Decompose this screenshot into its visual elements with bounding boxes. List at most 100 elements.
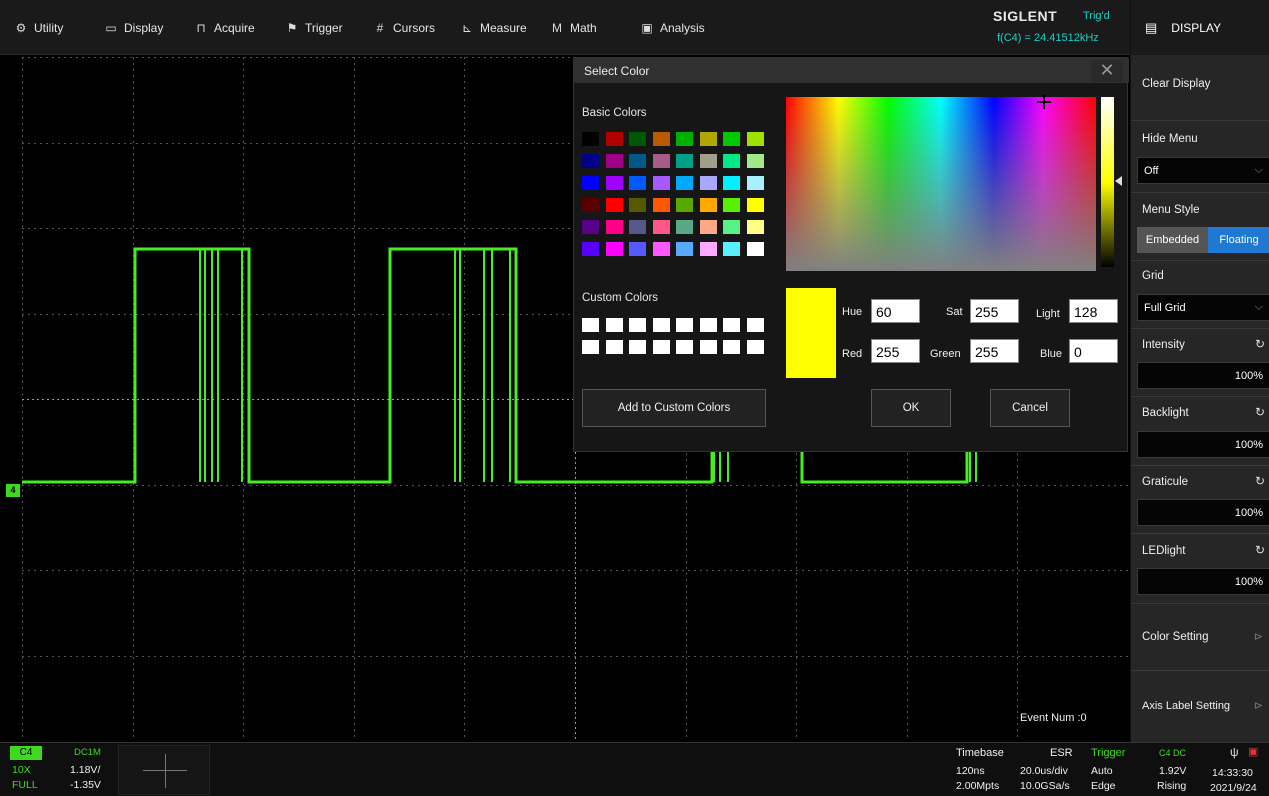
intensity-value[interactable]: 100% — [1137, 362, 1269, 389]
basic-color-swatch[interactable] — [699, 242, 717, 256]
custom-color-swatch[interactable] — [676, 340, 693, 354]
channel-4-marker[interactable]: 4 — [6, 484, 20, 497]
menu-math[interactable]: M Math — [550, 0, 597, 55]
light-field[interactable]: 128 — [1069, 299, 1118, 323]
custom-color-swatch[interactable] — [605, 318, 623, 332]
basic-color-swatch[interactable] — [746, 132, 764, 146]
basic-color-swatch[interactable] — [652, 198, 670, 212]
custom-color-swatch[interactable] — [723, 340, 740, 354]
ledlight-value[interactable]: 100% — [1137, 568, 1269, 595]
basic-color-swatch[interactable] — [652, 176, 670, 190]
custom-color-swatch[interactable] — [629, 318, 646, 332]
basic-color-swatch[interactable] — [723, 154, 740, 168]
basic-color-swatch[interactable] — [652, 132, 670, 146]
basic-color-swatch[interactable] — [723, 132, 740, 146]
custom-color-swatch[interactable] — [582, 318, 599, 332]
basic-color-swatch[interactable] — [652, 220, 670, 234]
basic-color-swatch[interactable] — [582, 132, 599, 146]
timebase-info[interactable]: Timebase ESR 120ns 20.0us/div 2.00Mpts 1… — [950, 743, 1087, 796]
backlight-value[interactable]: 100% — [1137, 431, 1269, 458]
green-field[interactable]: 255 — [970, 339, 1019, 363]
menu-style-embedded[interactable]: Embedded — [1137, 227, 1208, 253]
add-channel-button[interactable] — [118, 745, 210, 795]
basic-color-swatch[interactable] — [582, 154, 599, 168]
basic-color-swatch[interactable] — [746, 154, 764, 168]
basic-color-swatch[interactable] — [605, 198, 623, 212]
menu-cursors[interactable]: # Cursors — [373, 0, 435, 55]
custom-color-swatch[interactable] — [746, 340, 764, 354]
basic-color-swatch[interactable] — [582, 220, 599, 234]
basic-color-swatch[interactable] — [723, 220, 740, 234]
basic-color-swatch[interactable] — [699, 132, 717, 146]
menu-measure[interactable]: ⊾ Measure — [460, 0, 527, 55]
custom-color-swatch[interactable] — [652, 340, 670, 354]
menu-trigger[interactable]: ⚑ Trigger — [285, 0, 343, 55]
basic-color-swatch[interactable] — [605, 242, 623, 256]
grid-select[interactable]: Full Grid ⌵ — [1137, 294, 1269, 321]
basic-color-swatch[interactable] — [605, 176, 623, 190]
basic-color-swatch[interactable] — [582, 198, 599, 212]
basic-color-swatch[interactable] — [723, 198, 740, 212]
basic-color-swatch[interactable] — [629, 198, 646, 212]
trigger-info[interactable]: Trigger C4 DC Auto 1.92V Edge Rising — [1087, 743, 1199, 796]
custom-color-swatch[interactable] — [676, 318, 693, 332]
blue-field[interactable]: 0 — [1069, 339, 1118, 363]
basic-color-swatch[interactable] — [629, 176, 646, 190]
clear-display-button[interactable]: Clear Display — [1142, 78, 1210, 90]
custom-color-swatch[interactable] — [582, 340, 599, 354]
basic-color-swatch[interactable] — [605, 220, 623, 234]
basic-color-swatch[interactable] — [723, 242, 740, 256]
basic-color-swatch[interactable] — [629, 132, 646, 146]
channel-4-info[interactable]: C4 DC1M 10X 1.18V/ FULL -1.35V — [8, 745, 112, 795]
menu-utility[interactable]: ⚙ Utility — [14, 0, 64, 55]
basic-color-swatch[interactable] — [676, 220, 693, 234]
basic-color-swatch[interactable] — [582, 242, 599, 256]
basic-color-swatch[interactable] — [699, 154, 717, 168]
red-field[interactable]: 255 — [871, 339, 920, 363]
color-spectrum-picker[interactable] — [786, 97, 1096, 271]
sat-field[interactable]: 255 — [970, 299, 1019, 323]
luminance-arrow-icon[interactable] — [1115, 176, 1122, 186]
menu-acquire[interactable]: ⊓ Acquire — [194, 0, 254, 55]
luminance-slider[interactable] — [1101, 97, 1114, 267]
basic-color-swatch[interactable] — [629, 242, 646, 256]
basic-color-swatch[interactable] — [676, 132, 693, 146]
basic-color-swatch[interactable] — [676, 176, 693, 190]
basic-color-swatch[interactable] — [652, 242, 670, 256]
ok-button[interactable]: OK — [871, 389, 951, 427]
basic-color-swatch[interactable] — [699, 220, 717, 234]
menu-style-floating[interactable]: Floating — [1208, 227, 1269, 253]
hide-menu-select[interactable]: Off ⌵ — [1137, 157, 1269, 184]
custom-color-swatch[interactable] — [699, 318, 717, 332]
basic-color-swatch[interactable] — [723, 176, 740, 190]
graticule-value[interactable]: 100% — [1137, 499, 1269, 526]
basic-color-swatch[interactable] — [746, 176, 764, 190]
custom-color-swatch[interactable] — [652, 318, 670, 332]
basic-color-swatch[interactable] — [676, 154, 693, 168]
custom-color-swatch[interactable] — [605, 340, 623, 354]
basic-color-swatch[interactable] — [746, 242, 764, 256]
basic-color-swatch[interactable] — [746, 220, 764, 234]
cancel-button[interactable]: Cancel — [990, 389, 1070, 427]
basic-color-swatch[interactable] — [652, 154, 670, 168]
axis-label-setting-button[interactable]: Axis Label Setting — [1142, 700, 1230, 712]
basic-color-swatch[interactable] — [605, 154, 623, 168]
custom-color-swatch[interactable] — [699, 340, 717, 354]
basic-color-swatch[interactable] — [582, 176, 599, 190]
hue-field[interactable]: 60 — [871, 299, 920, 323]
basic-color-swatch[interactable] — [629, 154, 646, 168]
basic-color-swatch[interactable] — [629, 220, 646, 234]
custom-color-swatch[interactable] — [629, 340, 646, 354]
basic-color-swatch[interactable] — [746, 198, 764, 212]
custom-color-swatch[interactable] — [746, 318, 764, 332]
basic-color-swatch[interactable] — [699, 198, 717, 212]
add-to-custom-colors-button[interactable]: Add to Custom Colors — [582, 389, 766, 427]
close-icon[interactable]: ✕ — [1091, 60, 1123, 82]
basic-color-swatch[interactable] — [699, 176, 717, 190]
basic-color-swatch[interactable] — [605, 132, 623, 146]
custom-color-swatch[interactable] — [723, 318, 740, 332]
basic-color-swatch[interactable] — [676, 198, 693, 212]
menu-display[interactable]: ▭ Display — [104, 0, 163, 55]
menu-analysis[interactable]: ▣ Analysis — [640, 0, 704, 55]
color-setting-button[interactable]: Color Setting — [1142, 631, 1208, 643]
